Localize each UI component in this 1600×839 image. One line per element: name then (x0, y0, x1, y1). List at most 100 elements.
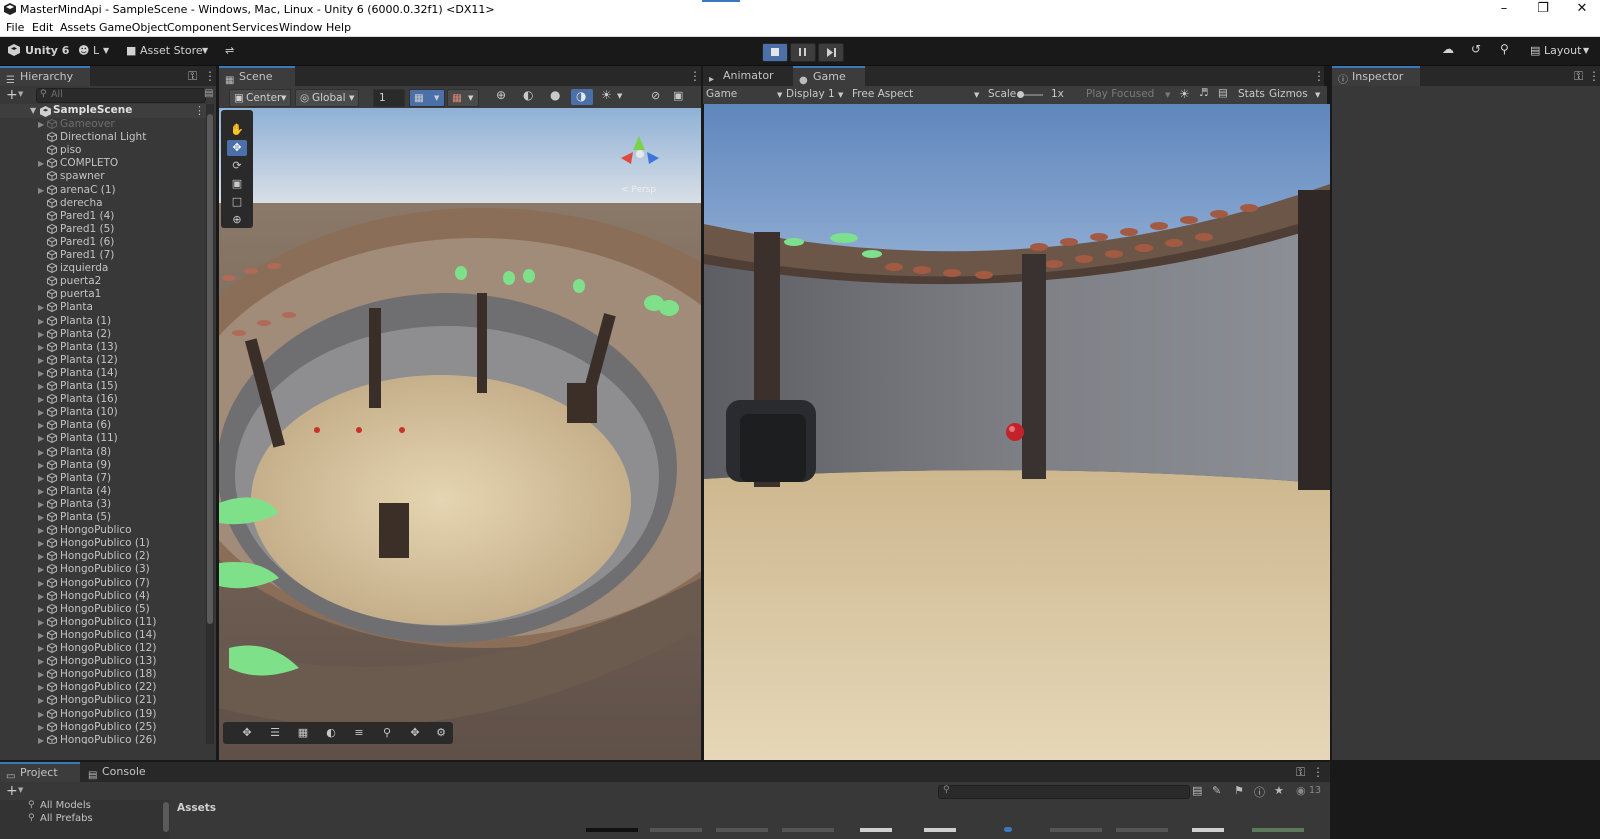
asset-thumbnail[interactable] (1116, 828, 1168, 832)
hierarchy-item[interactable]: piso (38, 144, 206, 157)
menu-assets[interactable]: Assets (60, 21, 96, 34)
scale-tool-icon[interactable]: ▣ (227, 176, 247, 192)
expand-arrow-icon[interactable]: ▶ (38, 301, 44, 314)
settings-icon[interactable]: ⚙ (431, 725, 451, 741)
assets-breadcrumb[interactable]: Assets (177, 802, 216, 814)
hierarchy-item[interactable]: Directional Light (38, 131, 206, 144)
hierarchy-item[interactable]: ▶ Planta (16) (38, 393, 206, 406)
expand-arrow-icon[interactable]: ▶ (38, 537, 44, 550)
asset-thumbnail[interactable] (1192, 828, 1224, 832)
expand-arrow-icon[interactable]: ▶ (38, 681, 44, 694)
project-search-input[interactable]: ⚲ (938, 785, 1190, 799)
hierarchy-item[interactable]: ▶ HongoPublico (14) (38, 629, 206, 642)
expand-arrow-icon[interactable]: ▶ (38, 459, 44, 472)
hierarchy-item[interactable]: ▶ HongoPublico (26) (38, 734, 206, 744)
play-mode-dropdown[interactable]: Play Focused (1086, 88, 1154, 100)
favorite-all-prefabs[interactable]: All Prefabs (40, 813, 93, 824)
gizmos-toggle[interactable]: Gizmos (1269, 88, 1308, 100)
menu-services[interactable]: Services (232, 21, 278, 34)
vsync-icon[interactable]: ☀ (1179, 87, 1190, 101)
expand-arrow-icon[interactable]: ▶ (38, 341, 44, 354)
hierarchy-item[interactable]: ▶ HongoPublico (13) (38, 655, 206, 668)
layout-dropdown[interactable]: Layout (1544, 44, 1581, 57)
menu-edit[interactable]: Edit (32, 21, 53, 34)
hidden-packages-icon[interactable]: ◉ (1296, 784, 1306, 797)
rotate-tool-icon[interactable]: ⟳ (227, 158, 247, 174)
label-icon[interactable]: ⚑ (1234, 784, 1244, 797)
asset-thumbnail[interactable] (586, 828, 638, 832)
aspect-dropdown[interactable]: Free Aspect (852, 88, 913, 100)
tab-animator[interactable]: ▸ Animator (703, 66, 789, 86)
grid-toggle[interactable]: ▦ ▼ (409, 89, 445, 107)
game-viewport[interactable] (704, 104, 1330, 760)
pivot-dropdown[interactable]: ▣ Center ▼ (229, 89, 291, 107)
expand-arrow-icon[interactable]: ▶ (38, 354, 44, 367)
snap-move-icon[interactable]: ✥ (405, 725, 425, 741)
hierarchy-item[interactable]: ▶ Planta (13) (38, 341, 206, 354)
menu-component[interactable]: Component (167, 21, 231, 34)
hierarchy-item[interactable]: ▶ COMPLETO (38, 157, 206, 170)
align-icon[interactable]: ☰ (265, 725, 285, 741)
grid-snap-input[interactable]: 1 (373, 89, 405, 107)
cloud-icon[interactable]: ☁ (1442, 42, 1454, 56)
asset-thumbnail[interactable] (650, 828, 702, 832)
scrollbar-thumb[interactable] (163, 802, 169, 832)
expand-arrow-icon[interactable]: ▶ (38, 734, 44, 744)
hierarchy-item[interactable]: puerta2 (38, 275, 206, 288)
hierarchy-item[interactable]: ▶ Planta (15) (38, 380, 206, 393)
expand-arrow-icon[interactable]: ▶ (38, 642, 44, 655)
version-control-icon[interactable]: ⇌ (225, 44, 234, 57)
hierarchy-item[interactable]: Pared1 (5) (38, 223, 206, 236)
lock-icon[interactable]: ⚿ (1574, 69, 1583, 84)
scene-row[interactable]: ▼ SampleScene ⋮ (0, 104, 208, 118)
hierarchy-item[interactable]: izquierda (38, 262, 206, 275)
kebab-menu-icon[interactable]: ⋮ (1588, 69, 1600, 83)
asset-thumbnail[interactable] (716, 828, 768, 832)
hierarchy-item[interactable]: ▶ Planta (6) (38, 419, 206, 432)
expand-arrow-icon[interactable]: ▶ (38, 315, 44, 328)
hierarchy-item[interactable]: Pared1 (7) (38, 249, 206, 262)
menu-window[interactable]: Window (279, 21, 322, 34)
hierarchy-item[interactable]: ▶ HongoPublico (12) (38, 642, 206, 655)
hierarchy-item[interactable]: ▶ HongoPublico (38, 524, 206, 537)
space-dropdown[interactable]: ◎ Global ▼ (295, 89, 359, 107)
hierarchy-item[interactable]: ▶ Planta (10) (38, 406, 206, 419)
pause-button[interactable] (790, 43, 816, 62)
expand-arrow-icon[interactable]: ▶ (38, 563, 44, 576)
move-tool-icon[interactable]: ✥ (227, 140, 247, 156)
expand-arrow-icon[interactable]: ▶ (38, 157, 44, 170)
asset-thumbnail[interactable] (924, 828, 956, 832)
layers-icon[interactable]: ≡ (349, 725, 369, 741)
hidden-objects-icon[interactable]: ⊘ (651, 89, 660, 102)
expand-arrow-icon[interactable]: ▶ (38, 393, 44, 406)
expand-arrow-icon[interactable]: ▶ (38, 603, 44, 616)
display-dropdown[interactable]: Display 1 (786, 88, 835, 100)
play-button[interactable] (762, 43, 788, 62)
create-button[interactable]: + (6, 783, 18, 799)
hand-tool-icon[interactable]: ✋ (227, 122, 247, 138)
kebab-menu-icon[interactable]: ⋮ (1312, 765, 1324, 779)
hierarchy-item[interactable]: ▶ HongoPublico (18) (38, 668, 206, 681)
expand-arrow-icon[interactable]: ▶ (38, 419, 44, 432)
scale-slider[interactable] (1017, 91, 1043, 98)
expand-arrow-icon[interactable]: ▶ (38, 629, 44, 642)
expand-arrow-icon[interactable]: ▶ (38, 432, 44, 445)
lit-toggle[interactable]: ◑ (571, 89, 593, 105)
wireframe-icon[interactable]: ⊕ (496, 88, 506, 102)
hierarchy-item[interactable]: puerta1 (38, 288, 206, 301)
expand-arrow-icon[interactable]: ▶ (38, 616, 44, 629)
expand-arrow-icon[interactable]: ▶ (38, 511, 44, 524)
expand-arrow-icon[interactable]: ▶ (38, 694, 44, 707)
asset-thumbnail[interactable] (782, 828, 834, 832)
hierarchy-item[interactable]: ▶ Planta (7) (38, 472, 206, 485)
hierarchy-item[interactable]: ▶ HongoPublico (11) (38, 616, 206, 629)
hierarchy-item[interactable]: ▶ Planta (14) (38, 367, 206, 380)
kebab-menu-icon[interactable]: ⋮ (204, 69, 216, 83)
orbit-icon[interactable]: ◐ (321, 725, 341, 741)
asset-store-button[interactable]: Asset Store (140, 44, 203, 57)
kebab-menu-icon[interactable]: ⋮ (194, 104, 205, 117)
lock-icon[interactable]: ⚿ (188, 69, 197, 84)
expand-arrow-icon[interactable]: ▶ (38, 668, 44, 681)
hierarchy-item[interactable]: ▶ Gameover (38, 118, 206, 131)
maximize-button[interactable]: ❐ (1525, 0, 1561, 19)
